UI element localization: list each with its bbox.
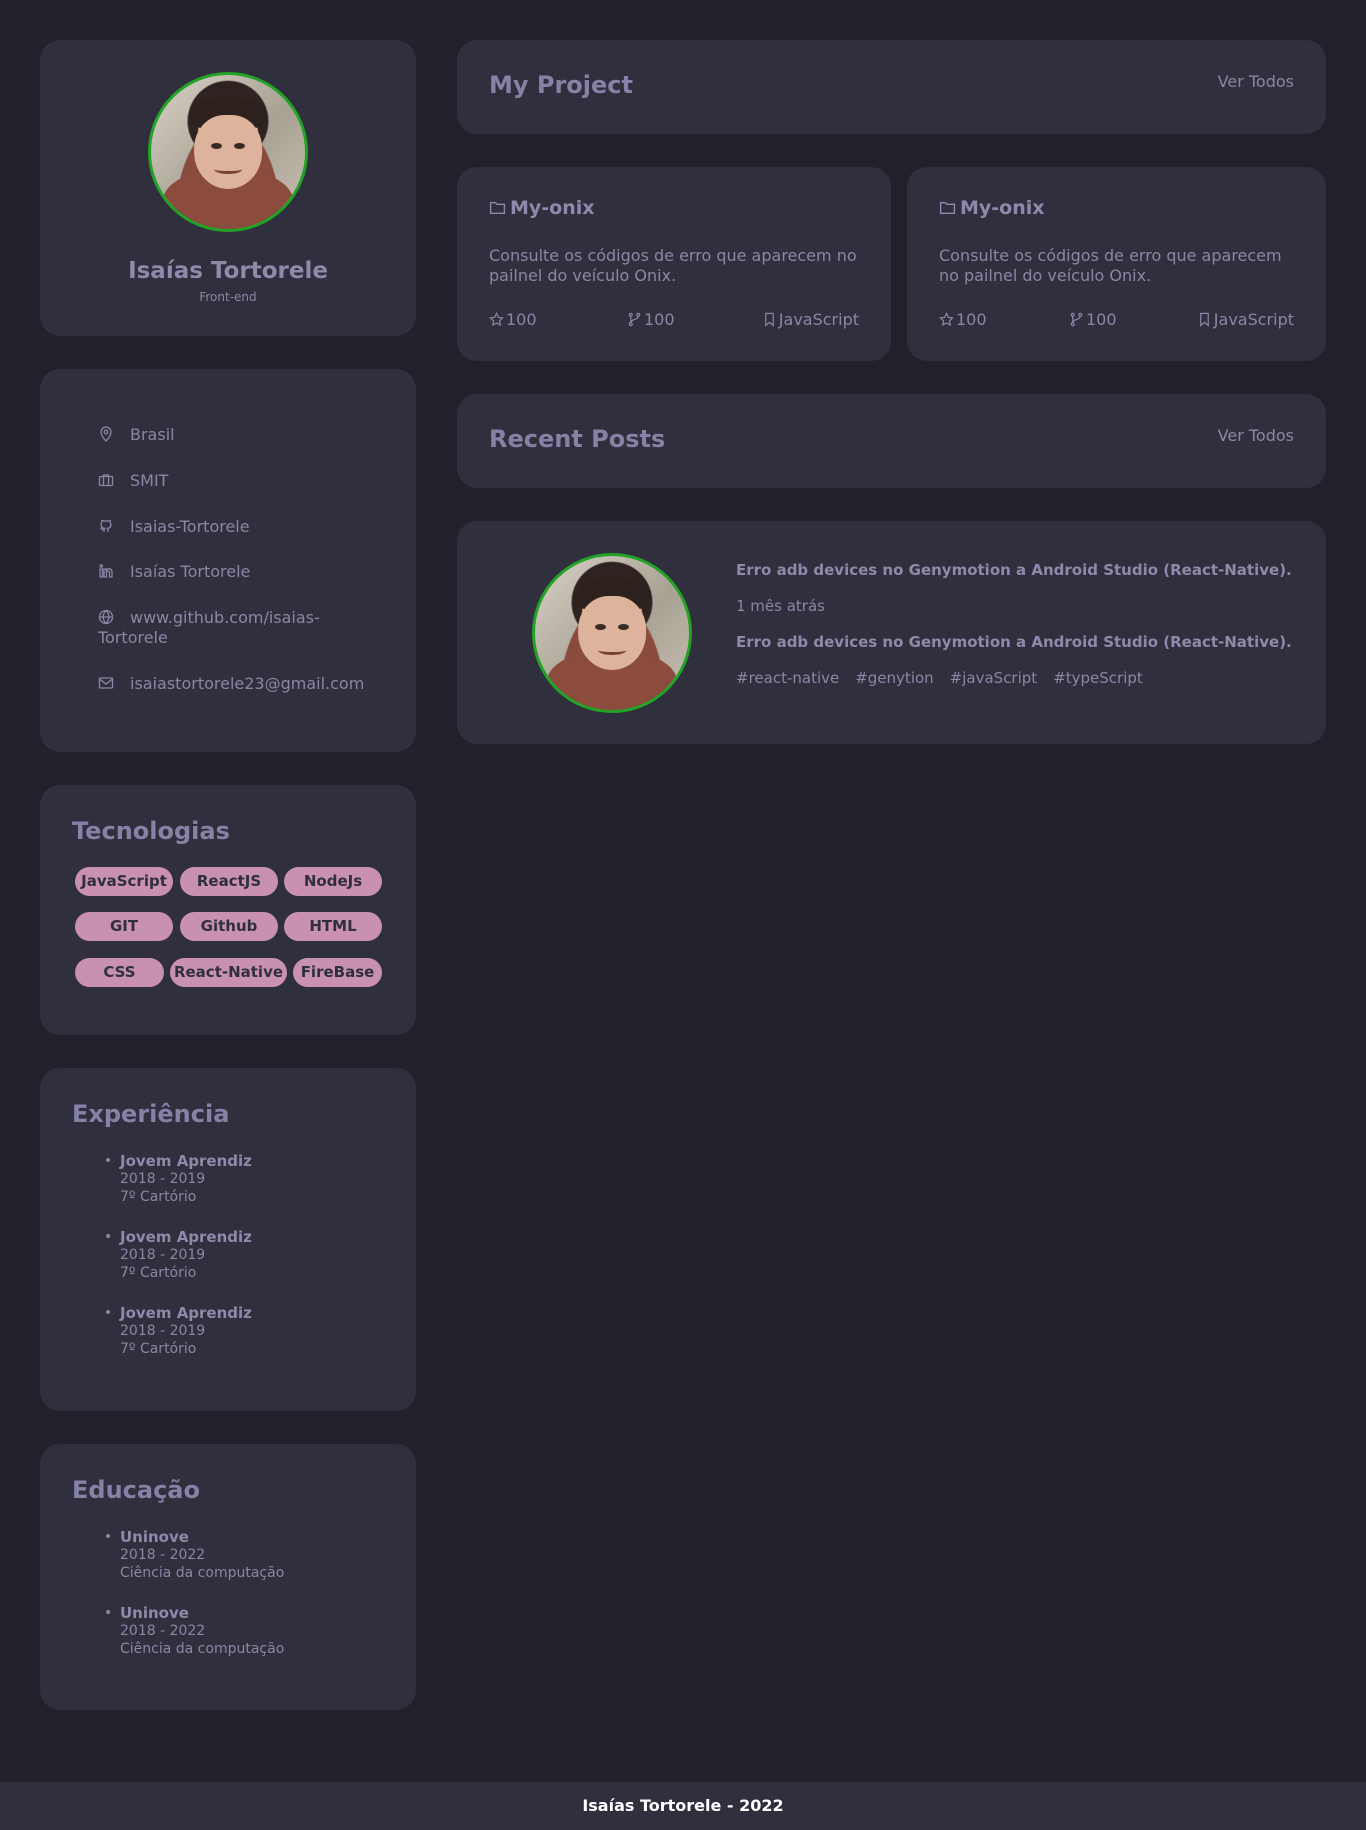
tech-tag: GIT (75, 912, 173, 941)
github-icon (98, 518, 114, 534)
project-stars: 100 (939, 310, 987, 329)
project-title: My-onix (939, 197, 1045, 219)
bookmark-icon (1197, 310, 1214, 329)
mail-icon (98, 675, 114, 691)
profile-role: Front-end (199, 290, 257, 304)
tech-tag: React-Native (170, 958, 287, 987)
technologies-title: Tecnologias (72, 817, 230, 845)
info-location: Brasil (98, 425, 175, 445)
tech-tag: CSS (75, 958, 164, 987)
project-description: Consulte os códigos de erro que aparecem… (939, 246, 1282, 285)
profile-name: Isaías Tortorele (128, 258, 328, 284)
hashtag[interactable]: #javaScript (950, 669, 1038, 687)
experience-card: Experiência • Jovem Aprendiz 2018 - 2019… (40, 1068, 416, 1411)
hashtag[interactable]: #typeScript (1053, 669, 1143, 687)
project-language: JavaScript (762, 310, 859, 329)
experience-title: Experiência (72, 1100, 230, 1128)
fork-icon (627, 310, 644, 329)
tech-tag: ReactJS (180, 867, 278, 896)
briefcase-icon (98, 472, 114, 488)
project-title: My-onix (489, 197, 595, 219)
post-time: 1 mês atrás (736, 597, 825, 615)
education-title: Educação (72, 1476, 200, 1504)
globe-icon (98, 609, 114, 625)
post-title[interactable]: Erro adb devices no Genymotion a Android… (736, 561, 1292, 579)
fork-icon (1069, 310, 1086, 329)
info-company: SMIT (98, 471, 168, 491)
profile-card: Isaías Tortorele Front-end (40, 40, 416, 336)
project-language: JavaScript (1197, 310, 1294, 329)
footer: Isaías Tortorele - 2022 (0, 1782, 1366, 1830)
project-forks: 100 (627, 310, 675, 329)
technologies-card: Tecnologias JavaScript ReactJS NodeJs GI… (40, 785, 416, 1035)
star-icon (939, 310, 956, 329)
info-card: Brasil SMIT Isaias-Tortorele Isaías Tort… (40, 369, 416, 752)
star-icon (489, 310, 506, 329)
project-card[interactable]: My-onix Consulte os códigos de erro que … (907, 167, 1326, 361)
project-card[interactable]: My-onix Consulte os códigos de erro que … (457, 167, 891, 361)
posts-header: Recent Posts Ver Todos (457, 394, 1326, 488)
hashtag[interactable]: #genytion (855, 669, 933, 687)
linkedin-icon (98, 563, 114, 579)
bookmark-icon (762, 310, 779, 329)
info-email[interactable]: isaiastortorele23@gmail.com (98, 674, 364, 694)
location-pin-icon (98, 426, 114, 442)
profile-avatar (148, 72, 308, 232)
posts-title: Recent Posts (489, 425, 666, 453)
education-item: • Uninove 2018 - 2022 Ciência da computa… (104, 1604, 285, 1657)
post-hashtags: #react-native #genytion #javaScript #typeSc… (736, 669, 1159, 687)
projects-header: My Project Ver Todos (457, 40, 1326, 134)
info-website[interactable]: www.github.com/isaias- Tortorele (98, 608, 320, 648)
education-item: • Uninove 2018 - 2022 Ciência da computa… (104, 1528, 285, 1581)
projects-view-all-link[interactable]: Ver Todos (1218, 72, 1294, 91)
tech-tag: Github (180, 912, 278, 941)
experience-item: • Jovem Aprendiz 2018 - 2019 7º Cartório (104, 1304, 252, 1357)
info-github[interactable]: Isaias-Tortorele (98, 517, 250, 537)
folder-icon (939, 197, 960, 219)
project-stars: 100 (489, 310, 537, 329)
post-card[interactable]: Erro adb devices no Genymotion a Android… (457, 521, 1326, 744)
project-description: Consulte os códigos de erro que aparecem… (489, 246, 857, 285)
project-forks: 100 (1069, 310, 1117, 329)
tech-tag: NodeJs (284, 867, 382, 896)
projects-title: My Project (489, 71, 633, 99)
posts-view-all-link[interactable]: Ver Todos (1218, 426, 1294, 445)
tech-tag: FireBase (293, 958, 382, 987)
folder-icon (489, 197, 510, 219)
post-avatar (532, 553, 692, 713)
post-subtitle: Erro adb devices no Genymotion a Android… (736, 633, 1292, 651)
experience-item: • Jovem Aprendiz 2018 - 2019 7º Cartório (104, 1152, 252, 1205)
tech-tag: HTML (284, 912, 382, 941)
experience-item: • Jovem Aprendiz 2018 - 2019 7º Cartório (104, 1228, 252, 1281)
info-linkedin[interactable]: Isaías Tortorele (98, 562, 250, 582)
tech-tag: JavaScript (75, 867, 173, 896)
education-card: Educação • Uninove 2018 - 2022 Ciência d… (40, 1444, 416, 1710)
hashtag[interactable]: #react-native (736, 669, 839, 687)
